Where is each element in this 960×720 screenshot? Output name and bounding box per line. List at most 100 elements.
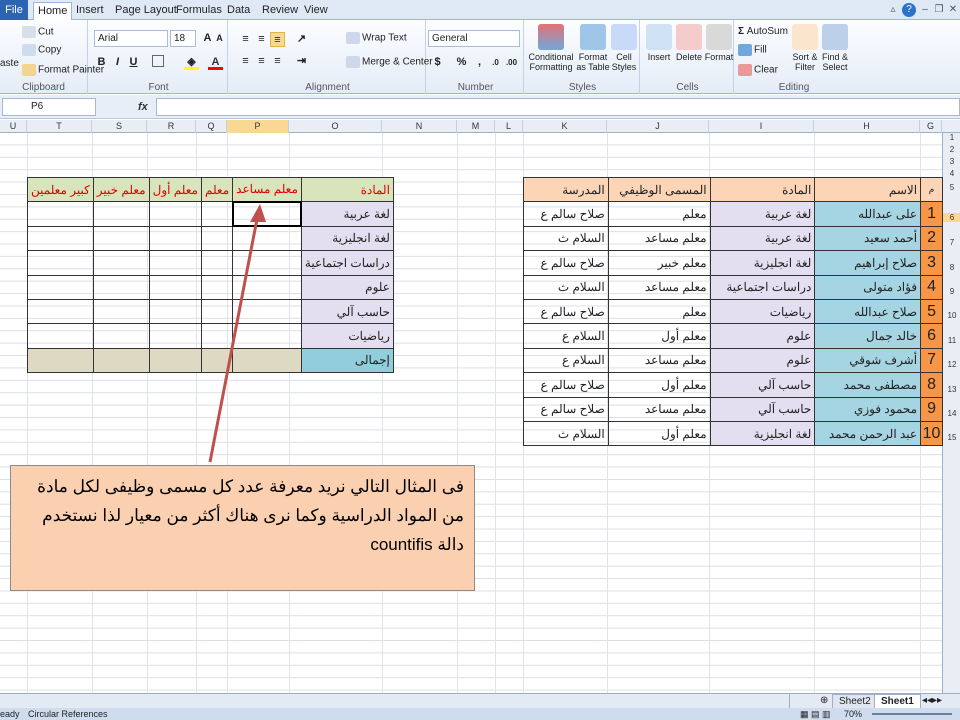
row-number-cell[interactable]: 10 (920, 420, 943, 447)
row-number-cell[interactable]: 1 (920, 201, 943, 227)
column-header-g[interactable]: G (920, 120, 942, 133)
name-cell[interactable]: أشرف شوقي (814, 347, 922, 374)
subject-cell[interactable]: رياضيات (300, 323, 394, 349)
count-cell[interactable] (92, 323, 150, 349)
job-title-cell[interactable]: معلم خبير (607, 250, 711, 276)
row-header[interactable]: 12 (943, 360, 960, 369)
row-number-cell[interactable]: 7 (920, 347, 943, 374)
subject-cell[interactable]: لغة عربية (300, 201, 394, 227)
header-name[interactable]: الاسم (814, 176, 922, 203)
percent-button[interactable]: % (454, 55, 469, 70)
font-color-icon[interactable]: A (208, 55, 223, 70)
tab-file[interactable]: File (0, 0, 28, 20)
insert-button[interactable]: Insert (644, 24, 674, 62)
format-as-table-button[interactable]: Format as Table (576, 24, 610, 72)
count-cell[interactable] (92, 298, 150, 325)
subject-cell[interactable]: حاسب آلي (709, 396, 816, 422)
align-center-icon[interactable]: ≡ (254, 54, 269, 69)
school-cell[interactable]: السلام ث (523, 420, 609, 447)
column-header-s[interactable]: S (92, 120, 147, 133)
header-assistant-teacher[interactable]: معلم مساعد (232, 176, 302, 203)
job-title-cell[interactable]: معلم مساعد (607, 274, 711, 300)
format-button[interactable]: Format (704, 24, 734, 62)
row-header[interactable]: 14 (943, 409, 960, 418)
row-header[interactable]: 11 (943, 336, 960, 345)
school-cell[interactable]: السلام ع (523, 347, 609, 374)
row-header[interactable]: 6 (943, 213, 960, 222)
job-title-cell[interactable]: معلم مساعد (607, 225, 711, 252)
count-cell[interactable] (27, 201, 94, 227)
row-header[interactable]: 8 (943, 263, 960, 272)
row-number-cell[interactable]: 4 (920, 274, 943, 300)
school-cell[interactable]: السلام ع (523, 323, 609, 349)
row-header[interactable]: 3 (943, 157, 960, 166)
name-cell[interactable]: عبد الرحمن محمد (814, 420, 922, 447)
underline-button[interactable]: U (126, 55, 141, 70)
subject-cell[interactable]: حاسب آلي (709, 372, 816, 398)
align-middle-icon[interactable]: ≡ (254, 32, 269, 47)
name-cell[interactable]: صلاح إبراهيم (814, 250, 922, 276)
job-title-cell[interactable]: معلم أول (607, 420, 711, 447)
count-cell[interactable] (27, 225, 94, 252)
cell-styles-button[interactable]: Cell Styles (610, 24, 638, 72)
column-header-r[interactable]: R (147, 120, 196, 133)
conditional-formatting-button[interactable]: Conditional Formatting (528, 24, 574, 72)
row-header[interactable]: 1 (943, 133, 960, 142)
shrink-font-icon[interactable]: A (212, 31, 227, 46)
subject-cell[interactable]: لغة عربية (709, 225, 816, 252)
header-teacher[interactable]: معلم (200, 176, 234, 203)
column-header-p[interactable]: P (227, 120, 289, 133)
subject-cell[interactable]: علوم (709, 323, 816, 349)
total-cell[interactable] (148, 347, 202, 374)
fill-color-icon[interactable]: ◈ (184, 55, 199, 70)
sheet-tab-sheet2[interactable]: Sheet2 (832, 694, 878, 709)
copy-button[interactable]: Copy (22, 44, 61, 56)
row-number-cell[interactable]: 2 (920, 225, 943, 252)
column-header-k[interactable]: K (523, 120, 607, 133)
cut-button[interactable]: Cut (22, 26, 54, 38)
sheet-tab-sheet1[interactable]: Sheet1 (874, 694, 921, 709)
indent-icon[interactable]: ⇥ (294, 54, 309, 69)
subject-cell[interactable]: لغة انجليزية (709, 250, 816, 276)
delete-button[interactable]: Delete (674, 24, 704, 62)
decrease-decimal-icon[interactable]: .00 (504, 55, 519, 70)
align-right-icon[interactable]: ≡ (270, 54, 285, 69)
comma-button[interactable]: , (472, 55, 487, 70)
header-first-teacher[interactable]: معلم أول (148, 176, 202, 203)
tab-scroll-icon[interactable]: ◂◂▸▸ (916, 694, 948, 709)
row-header[interactable]: 13 (943, 385, 960, 394)
row-number-cell[interactable]: 9 (920, 396, 943, 422)
school-cell[interactable]: السلام ث (523, 274, 609, 300)
count-cell[interactable] (92, 250, 150, 276)
row-number-cell[interactable]: 6 (920, 323, 943, 349)
orientation-icon[interactable]: ↗ (294, 32, 309, 47)
font-size-box[interactable]: 18 (170, 30, 196, 47)
circular-references-status[interactable]: Circular References (28, 708, 108, 720)
school-cell[interactable]: السلام ث (523, 225, 609, 252)
fill-button[interactable]: Fill (738, 44, 767, 56)
name-cell[interactable]: خالد جمال (814, 323, 922, 349)
count-cell[interactable] (148, 274, 202, 300)
job-title-cell[interactable]: معلم (607, 298, 711, 325)
autosum-button[interactable]: Σ AutoSum (738, 26, 788, 37)
row-header[interactable]: 5 (943, 183, 960, 192)
job-title-cell[interactable]: معلم مساعد (607, 347, 711, 374)
collapse-ribbon-icon[interactable]: ▵ (886, 3, 900, 17)
school-cell[interactable]: صلاح سالم ع (523, 396, 609, 422)
name-cell[interactable]: مصطفى محمد (814, 372, 922, 398)
merge-center-button[interactable]: Merge & Center (346, 56, 433, 68)
subject-cell[interactable]: حاسب آلي (300, 298, 394, 325)
count-cell[interactable] (92, 225, 150, 252)
column-header-n[interactable]: N (382, 120, 457, 133)
row-number-cell[interactable]: 5 (920, 298, 943, 325)
subject-cell[interactable]: لغة انجليزية (300, 225, 394, 252)
school-cell[interactable]: صلاح سالم ع (523, 201, 609, 227)
increase-decimal-icon[interactable]: .0 (488, 55, 503, 70)
column-header-h[interactable]: H (814, 120, 920, 133)
row-number-cell[interactable]: 3 (920, 250, 943, 276)
row-header[interactable]: 4 (943, 169, 960, 178)
row-number-cell[interactable]: 8 (920, 372, 943, 398)
count-cell[interactable] (27, 274, 94, 300)
header-senior-teacher[interactable]: كبير معلمين (27, 176, 94, 203)
column-header-j[interactable]: J (607, 120, 709, 133)
